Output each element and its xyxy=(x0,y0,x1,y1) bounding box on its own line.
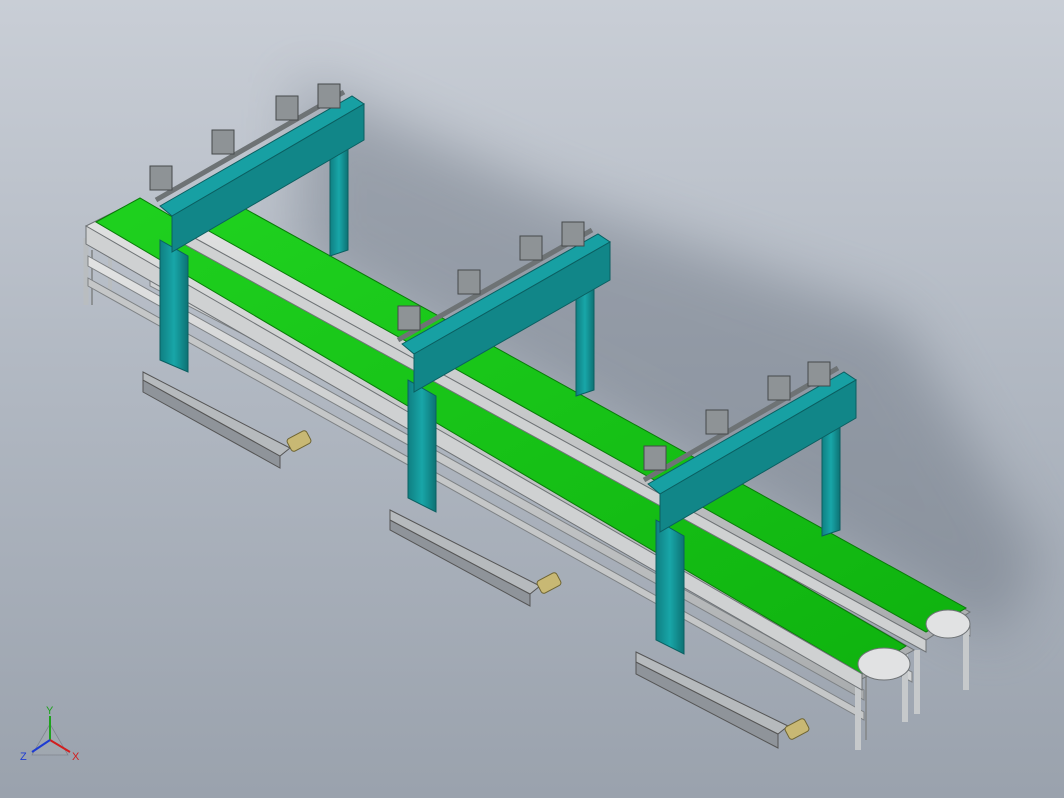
orientation-triad[interactable]: Y X Z xyxy=(18,700,88,770)
cad-viewport[interactable]: Y X Z xyxy=(0,0,1064,798)
z-axis-label: Z xyxy=(20,751,27,763)
x-axis-label: X xyxy=(72,751,80,763)
conveyor-assembly-model[interactable] xyxy=(0,0,1064,798)
y-axis-label: Y xyxy=(46,705,54,717)
